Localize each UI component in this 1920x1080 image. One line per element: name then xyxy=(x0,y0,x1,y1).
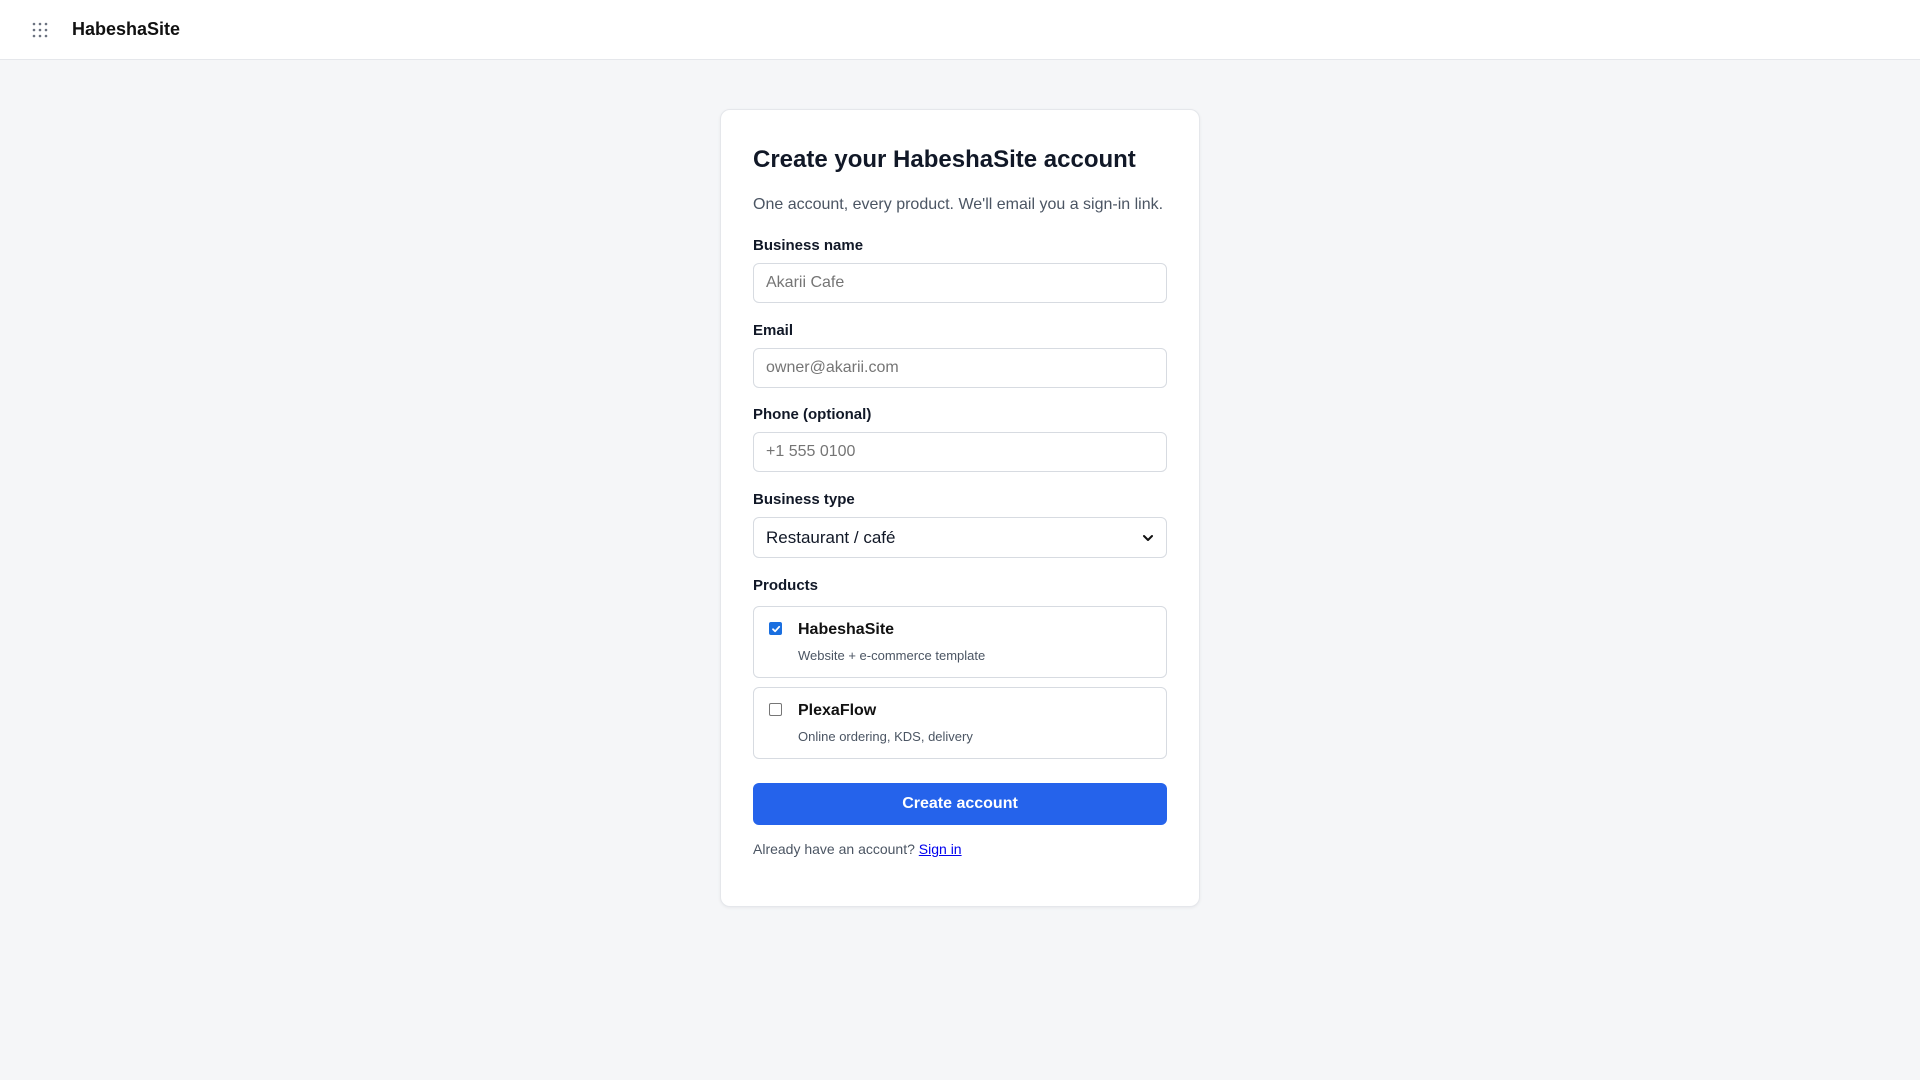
page-title: Create your HabeshaSite account xyxy=(753,146,1136,173)
business-type-selected: Restaurant / café xyxy=(766,527,896,547)
business-name-input[interactable] xyxy=(753,263,1167,303)
page-subtitle: One account, every product. We'll email … xyxy=(753,196,1164,213)
grid-dots-icon xyxy=(32,22,48,37)
apps-grid-button[interactable] xyxy=(26,16,54,44)
product-description: Online ordering, KDS, delivery xyxy=(798,729,973,744)
products-label: Products xyxy=(753,577,819,594)
product-description: Website + e-commerce template xyxy=(798,648,986,663)
phone-input[interactable] xyxy=(753,432,1167,472)
product-name: HabeshaSite xyxy=(798,621,895,638)
business-type-label: Business type xyxy=(753,491,855,508)
plexaflow-checkbox[interactable] xyxy=(769,703,782,716)
signin-prompt: Already have an account? xyxy=(753,841,915,857)
email-label: Email xyxy=(753,322,794,339)
email-input[interactable] xyxy=(753,348,1167,388)
brand-name: HabeshaSite xyxy=(72,19,181,39)
chevron-down-icon xyxy=(1143,534,1153,541)
signup-card: Create your HabeshaSite account One acco… xyxy=(720,109,1200,907)
top-bar: HabeshaSite xyxy=(0,0,1920,60)
phone-label: Phone (optional) xyxy=(753,406,872,423)
habeshasite-checkbox[interactable] xyxy=(769,622,782,635)
create-account-button[interactable]: Create account xyxy=(753,783,1167,825)
checkmark-icon xyxy=(771,625,780,632)
product-option-habeshasite[interactable]: HabeshaSite Website + e-commerce templat… xyxy=(753,606,1167,678)
business-name-label: Business name xyxy=(753,237,864,254)
signin-prompt-row: Already have an account? Sign in xyxy=(753,841,962,857)
product-name: PlexaFlow xyxy=(798,702,877,719)
product-option-plexaflow[interactable]: PlexaFlow Online ordering, KDS, delivery xyxy=(753,687,1167,759)
signin-link[interactable]: Sign in xyxy=(919,841,962,857)
business-type-select[interactable]: Restaurant / café xyxy=(753,517,1167,558)
